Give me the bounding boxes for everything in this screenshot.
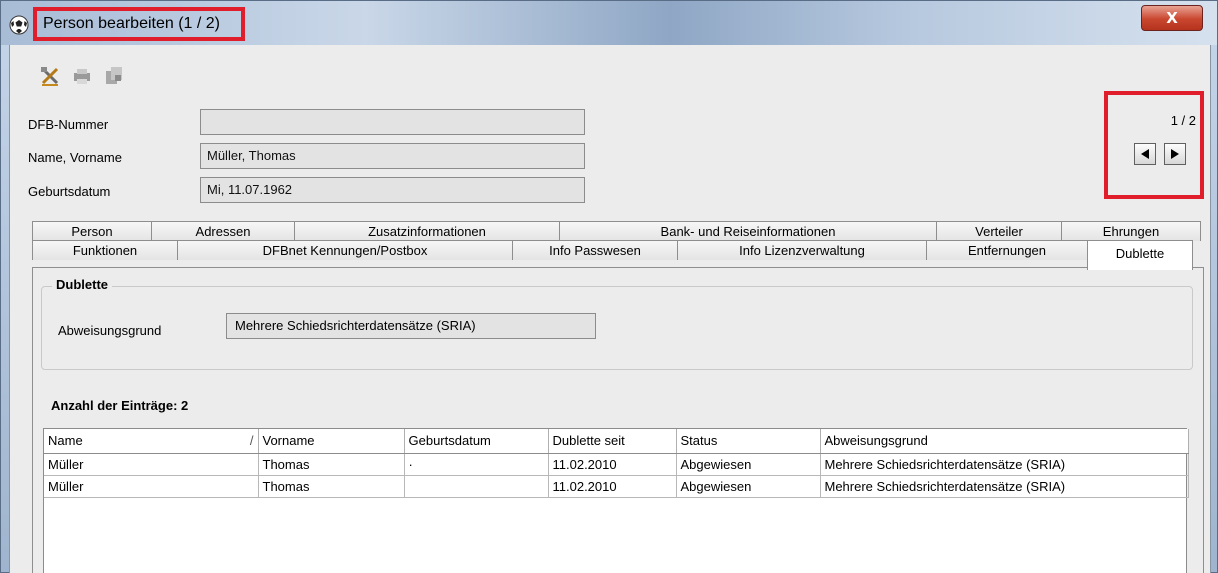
tab-person[interactable]: Person xyxy=(32,221,152,241)
name-field[interactable]: Müller, Thomas xyxy=(200,143,585,169)
column-header-dublette-seit[interactable]: Dublette seit xyxy=(548,429,677,454)
export-icon[interactable] xyxy=(102,64,126,88)
dublette-group: Dublette Abweisungsgrund Mehrere Schieds… xyxy=(41,277,1193,370)
cell-dublette-seit: 11.02.2010 xyxy=(548,453,677,476)
cell-abweisungsgrund: Mehrere Schiedsrichterdatensätze (SRIA) xyxy=(820,475,1189,498)
tab-dublette[interactable]: Dublette xyxy=(1087,240,1193,270)
tab-dfbnet-kennungen-postbox[interactable]: DFBnet Kennungen/Postbox xyxy=(177,240,513,260)
next-record-button[interactable] xyxy=(1164,143,1186,165)
tab-adressen[interactable]: Adressen xyxy=(151,221,295,241)
tab-info-passwesen[interactable]: Info Passwesen xyxy=(512,240,678,260)
tab-entfernungen[interactable]: Entfernungen xyxy=(926,240,1088,260)
toolbar xyxy=(38,63,126,89)
column-header-abweisungsgrund[interactable]: Abweisungsgrund xyxy=(820,429,1189,454)
tab-bank-und-reiseinformationen[interactable]: Bank- und Reiseinformationen xyxy=(559,221,937,241)
cell-dublette-seit: 11.02.2010 xyxy=(548,475,677,498)
triangle-left-icon xyxy=(1141,149,1149,159)
column-header-geburtsdatum[interactable]: Geburtsdatum xyxy=(404,429,549,454)
window-title: Person bearbeiten (1 / 2) xyxy=(43,15,220,32)
cell-geburtsdatum xyxy=(404,475,549,498)
tab-info-lizenzverwaltung[interactable]: Info Lizenzverwaltung xyxy=(677,240,927,260)
dfb-number-field[interactable] xyxy=(200,109,585,135)
cell-name: Müller xyxy=(44,453,259,476)
tools-icon[interactable] xyxy=(38,64,62,88)
print-icon[interactable] xyxy=(70,64,94,88)
rejection-reason-field[interactable]: Mehrere Schiedsrichterdatensätze (SRIA) xyxy=(226,313,596,339)
birthdate-label: Geburtsdatum xyxy=(28,184,111,199)
tab-zusatzinformationen[interactable]: Zusatzinformationen xyxy=(294,221,560,241)
triangle-right-icon xyxy=(1171,149,1179,159)
cell-abweisungsgrund: Mehrere Schiedsrichterdatensätze (SRIA) xyxy=(820,453,1189,476)
duplicates-table: Name / Vorname Geburtsdatum Dublette seit… xyxy=(43,428,1189,573)
column-header-vorname[interactable]: Vorname xyxy=(258,429,405,454)
tab-funktionen[interactable]: Funktionen xyxy=(32,240,178,260)
group-title: Dublette xyxy=(52,277,112,292)
cell-vorname: Thomas xyxy=(258,475,405,498)
window: Person bearbeiten (1 / 2) X DFB-Nummer N… xyxy=(0,0,1218,573)
dialog-content: DFB-Nummer Name, Vorname Müller, Thomas … xyxy=(9,45,1211,573)
close-button[interactable]: X xyxy=(1141,5,1203,31)
soccer-ball-icon xyxy=(9,15,29,35)
name-label: Name, Vorname xyxy=(28,150,122,165)
sort-indicator-icon: / xyxy=(249,433,254,449)
table-header: Name / Vorname Geburtsdatum Dublette seit… xyxy=(44,429,1189,454)
dfb-number-label: DFB-Nummer xyxy=(28,117,109,132)
column-header-name[interactable]: Name / xyxy=(44,429,259,454)
table-row[interactable]: Müller Thomas 11.02.2010 Abgewiesen Mehr… xyxy=(44,475,1189,498)
record-count: 1 / 2 xyxy=(1170,113,1196,128)
tab-ehrungen[interactable]: Ehrungen xyxy=(1061,221,1201,241)
tab-row-1: Person Adressen Zusatzinformationen Bank- u… xyxy=(32,221,1201,241)
previous-record-button[interactable] xyxy=(1134,143,1156,165)
record-navigator: 1 / 2 xyxy=(1104,91,1204,199)
cell-vorname: Thomas xyxy=(258,453,405,476)
cell-name: Müller xyxy=(44,475,259,498)
column-header-status[interactable]: Status xyxy=(676,429,821,454)
cell-geburtsdatum: · xyxy=(404,453,549,476)
rejection-reason-label: Abweisungsgrund xyxy=(58,323,162,338)
title-bar[interactable]: Person bearbeiten (1 / 2) X xyxy=(1,1,1217,45)
window-title-highlight: Person bearbeiten (1 / 2) xyxy=(33,7,245,41)
table-row[interactable]: Müller Thomas · 11.02.2010 Abgewiesen Me… xyxy=(44,453,1189,476)
tab-row-2: Funktionen DFBnet Kennungen/Postbox Info P… xyxy=(32,240,1193,270)
entry-count: Anzahl der Einträge: 2 xyxy=(51,398,189,413)
cell-status: Abgewiesen xyxy=(676,475,821,498)
cell-status: Abgewiesen xyxy=(676,453,821,476)
tab-verteiler[interactable]: Verteiler xyxy=(936,221,1062,241)
tab-panel-dublette: Dublette Abweisungsgrund Mehrere Schieds… xyxy=(32,267,1204,573)
birthdate-field[interactable]: Mi, 11.07.1962 xyxy=(200,177,585,203)
